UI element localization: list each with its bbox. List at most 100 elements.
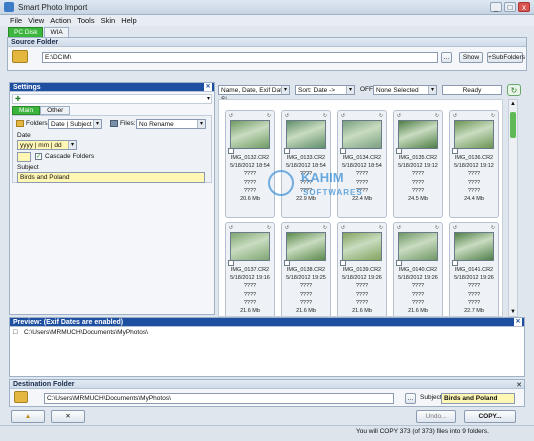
photo-card[interactable]: ↺ ↻ IMG_0133.CR2 5/18/2012 18:54???????????…	[281, 110, 331, 218]
photo-extra-1: ????	[299, 283, 313, 290]
menu-file[interactable]: File	[10, 16, 22, 25]
photo-thumbnail[interactable]	[230, 120, 270, 149]
cascade-checkbox[interactable]: ✓	[35, 153, 42, 160]
show-button[interactable]: Show	[459, 52, 483, 63]
photo-size: 24.5 Mb	[408, 196, 428, 203]
menu-bar: File View Action Tools Skin Help	[0, 15, 534, 26]
subfolders-button[interactable]: +SubFolders	[487, 52, 525, 63]
minimize-button[interactable]: _	[490, 2, 502, 12]
photo-card[interactable]: ↺ ↻ IMG_0138.CR2 5/18/2012 19:25???????????…	[281, 222, 331, 316]
photo-card[interactable]: ↺ ↻ IMG_0139.CR2 5/18/2012 19:26???????????…	[337, 222, 387, 316]
destination-close-icon[interactable]: ✕	[516, 381, 522, 389]
destination-browse-button[interactable]: ...	[405, 393, 416, 404]
rotate-left-icon[interactable]: ↺	[284, 225, 290, 231]
photo-card[interactable]: ↺ ↻ IMG_0135.CR2 5/18/2012 19:12???????????…	[393, 110, 443, 218]
subject-input[interactable]: Birds and Poland	[17, 172, 205, 183]
add-preset-icon[interactable]: ✚	[15, 95, 21, 103]
rotate-right-icon[interactable]: ↻	[490, 225, 496, 231]
rotate-left-icon[interactable]: ↺	[340, 113, 346, 119]
photo-card[interactable]: ↺ ↻ IMG_0137.CR2 5/18/2012 19:16???????????…	[225, 222, 275, 316]
tools-button[interactable]: ✕	[51, 410, 85, 423]
filter-toggle[interactable]: OFF	[360, 86, 373, 93]
photo-thumbnail[interactable]	[454, 232, 494, 261]
color-swatch[interactable]	[17, 152, 31, 162]
rotate-right-icon[interactable]: ↻	[322, 225, 328, 231]
menu-skin[interactable]: Skin	[101, 16, 116, 25]
destination-path-input[interactable]: C:\Users\MRMUCH\Documents\MyPhotos\	[44, 393, 394, 404]
tree-expand-icon[interactable]: □	[13, 329, 17, 336]
photo-date: 5/18/2012 19:12	[398, 163, 438, 170]
rotate-left-icon[interactable]: ↺	[396, 225, 402, 231]
import-folder-button[interactable]: ▲	[11, 410, 45, 423]
photo-card[interactable]: ↺ ↻ IMG_0140.CR2 5/18/2012 19:26???????????…	[393, 222, 443, 316]
photo-thumbnail[interactable]	[286, 232, 326, 261]
rotate-right-icon[interactable]: ↻	[266, 225, 272, 231]
scroll-down-icon[interactable]: ▼	[510, 309, 516, 315]
rotate-right-icon[interactable]: ↻	[434, 225, 440, 231]
tab-pc-disk[interactable]: PC Disk	[8, 27, 44, 37]
destination-subject-input[interactable]: Birds and Poland	[441, 393, 515, 404]
photo-thumbnail[interactable]	[230, 232, 270, 261]
chevron-down-icon: ▾	[93, 120, 101, 128]
rotate-right-icon[interactable]: ↻	[378, 113, 384, 119]
rotate-left-icon[interactable]: ↺	[396, 113, 402, 119]
rotate-left-icon[interactable]: ↺	[228, 113, 234, 119]
photo-filename: IMG_0141.CR2	[454, 267, 494, 273]
date-format-dropdown[interactable]: yyyy | mm | dd ▾	[17, 140, 77, 150]
tab-wia[interactable]: WIA	[44, 27, 69, 37]
menu-tools[interactable]: Tools	[77, 16, 95, 25]
rotate-right-icon[interactable]: ↻	[490, 113, 496, 119]
settings-close-icon[interactable]: ✕	[204, 83, 212, 91]
scroll-up-icon[interactable]: ▲	[510, 101, 516, 107]
tab-other[interactable]: Other	[40, 106, 71, 115]
photo-info: IMG_0137.CR2 5/18/2012 19:16???????????? 2…	[226, 266, 274, 315]
photo-card[interactable]: ↺ ↻ IMG_0136.CR2 5/18/2012 19:12???????????…	[449, 110, 499, 218]
photo-card[interactable]: ↺ ↻ IMG_0141.CR2 5/18/2012 19:26???????????…	[449, 222, 499, 316]
photo-extra-1: ????	[355, 171, 369, 178]
refresh-icon[interactable]: ↻	[507, 84, 521, 96]
files-dropdown[interactable]: No Rename ▾	[136, 119, 206, 129]
app-icon	[4, 2, 14, 12]
photo-card[interactable]: ↺ ↻ IMG_0134.CR2 5/18/2012 18:54???????????…	[337, 110, 387, 218]
photo-thumbnail[interactable]	[286, 120, 326, 149]
photo-info: IMG_0138.CR2 5/18/2012 19:25???????????? 2…	[282, 266, 330, 315]
photo-thumbnail[interactable]	[454, 120, 494, 149]
sort-order-dropdown[interactable]: Sort: Date -> ▾	[295, 85, 355, 95]
window-title: Smart Photo Import	[18, 2, 88, 12]
photo-extra-2: ????	[355, 179, 369, 186]
source-folder-header: Source Folder	[8, 38, 526, 47]
preset-dropdown-arrow[interactable]: ▾	[207, 95, 210, 102]
scrollbar-thumb[interactable]	[510, 112, 516, 138]
photo-thumbnail[interactable]	[398, 120, 438, 149]
copy-button[interactable]: COPY...	[464, 410, 516, 423]
photo-thumbnail[interactable]	[398, 232, 438, 261]
rotate-right-icon[interactable]: ↻	[266, 113, 272, 119]
thumbnail-scrollbar[interactable]: ▲ ▼	[508, 99, 518, 317]
filter-dropdown[interactable]: None Selected ▾	[373, 85, 437, 95]
menu-view[interactable]: View	[28, 16, 44, 25]
undo-button[interactable]: Undo...	[416, 410, 456, 423]
preview-close-icon[interactable]: ✕	[514, 318, 522, 326]
files-icon	[110, 120, 118, 127]
menu-action[interactable]: Action	[50, 16, 71, 25]
photo-thumbnail[interactable]	[342, 232, 382, 261]
maximize-button[interactable]: □	[504, 2, 516, 12]
rotate-left-icon[interactable]: ↺	[452, 113, 458, 119]
rotate-right-icon[interactable]: ↻	[378, 225, 384, 231]
source-tabs: PC Disk WIA	[8, 27, 70, 37]
rotate-right-icon[interactable]: ↻	[322, 113, 328, 119]
photo-thumbnail[interactable]	[342, 120, 382, 149]
rotate-left-icon[interactable]: ↺	[284, 113, 290, 119]
rotate-left-icon[interactable]: ↺	[452, 225, 458, 231]
rotate-left-icon[interactable]: ↺	[340, 225, 346, 231]
menu-help[interactable]: Help	[121, 16, 136, 25]
close-button[interactable]: x	[518, 2, 530, 12]
photo-card[interactable]: ↺ ↻ IMG_0132.CR2 5/18/2012 18:54???????????…	[225, 110, 275, 218]
source-browse-button[interactable]: ...	[441, 52, 452, 63]
tab-main[interactable]: Main	[12, 106, 41, 115]
sort-field-dropdown[interactable]: Name, Date, Exif Date, Si ▾	[218, 85, 290, 103]
folders-dropdown[interactable]: Date | Subject ▾	[48, 119, 102, 129]
rotate-left-icon[interactable]: ↺	[228, 225, 234, 231]
source-path-input[interactable]: E:\DCIM\	[42, 52, 438, 63]
rotate-right-icon[interactable]: ↻	[434, 113, 440, 119]
